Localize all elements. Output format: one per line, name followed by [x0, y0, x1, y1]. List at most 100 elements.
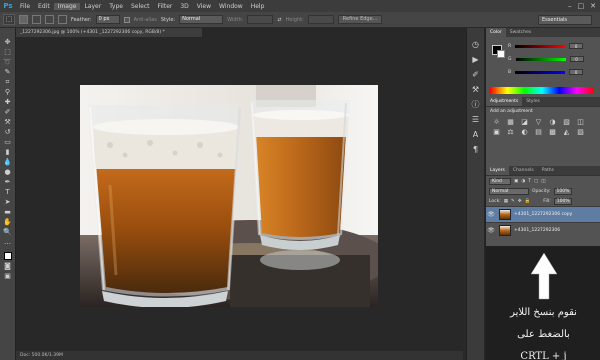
marquee-tool-icon[interactable]: ⬚ [3, 48, 13, 56]
opacity-input[interactable]: 100% [553, 187, 572, 195]
menu-image[interactable]: Image [53, 2, 81, 10]
hand-tool-icon[interactable]: ✋ [3, 218, 13, 226]
width-input[interactable] [247, 15, 274, 24]
lasso-tool-icon[interactable]: ➰ [3, 58, 13, 66]
actions-icon[interactable]: ▶ [471, 55, 481, 64]
hue-saturation-icon[interactable]: ▧ [562, 118, 571, 126]
tab-color[interactable]: Color [486, 28, 506, 37]
history-icon[interactable]: ◷ [471, 40, 481, 49]
feather-input[interactable]: 0 px [95, 15, 120, 24]
filter-pixel-icon[interactable]: ▣ [514, 179, 518, 184]
clone-source-icon[interactable]: ⚒ [471, 85, 481, 94]
tab-paths[interactable]: Paths [538, 166, 558, 175]
filter-type-icon[interactable]: T [528, 179, 531, 184]
menu-select[interactable]: Select [127, 3, 154, 10]
anti-alias-checkbox[interactable] [123, 16, 130, 23]
exposure-icon[interactable]: ▽ [534, 118, 543, 126]
photo-filter-icon[interactable]: ⚖ [506, 128, 515, 136]
crop-tool-icon[interactable]: ⌗ [3, 78, 13, 86]
menu-view[interactable]: View [193, 3, 215, 10]
healing-tool-icon[interactable]: ✚ [3, 98, 13, 106]
add-selection-icon[interactable] [32, 15, 41, 24]
tab-layers[interactable]: Layers [486, 166, 509, 175]
history-brush-tool-icon[interactable]: ↺ [3, 128, 13, 136]
path-select-tool-icon[interactable]: ➤ [3, 198, 13, 206]
paragraph-icon[interactable]: ¶ [471, 145, 481, 154]
close-icon[interactable]: ✕ [590, 2, 596, 10]
fill-input[interactable]: 100% [553, 197, 572, 205]
tab-adjustments[interactable]: Adjustments [486, 97, 523, 106]
menu-help[interactable]: Help [247, 3, 269, 10]
green-slider[interactable] [515, 57, 566, 61]
new-selection-icon[interactable] [19, 15, 28, 24]
brush-tool-icon[interactable]: ✐ [3, 108, 13, 116]
blue-slider[interactable] [515, 70, 566, 74]
move-tool-icon[interactable]: ✥ [3, 38, 13, 46]
maximize-icon[interactable]: □ [578, 2, 585, 10]
gradient-tool-icon[interactable]: ▮ [3, 148, 13, 156]
height-input[interactable] [307, 15, 334, 24]
tab-channels[interactable]: Channels [509, 166, 538, 175]
levels-icon[interactable]: ▦ [506, 118, 515, 126]
black-white-icon[interactable]: ▣ [492, 128, 501, 136]
menu-3d[interactable]: 3D [176, 3, 192, 10]
red-slider[interactable] [515, 44, 566, 48]
green-value[interactable]: 0 [569, 56, 584, 62]
style-select[interactable]: Normal [179, 15, 224, 24]
quick-mask-icon[interactable]: ◙ [3, 262, 13, 270]
background-color-chip[interactable] [497, 50, 505, 58]
filter-shape-icon[interactable]: ▢ [534, 179, 538, 184]
intersect-selection-icon[interactable] [58, 15, 67, 24]
clone-stamp-tool-icon[interactable]: ⚒ [3, 118, 13, 126]
lock-paint-icon[interactable]: ✎ [511, 199, 515, 204]
quick-select-tool-icon[interactable]: ✎ [3, 68, 13, 76]
type-tool-icon[interactable]: T [3, 188, 13, 196]
tab-styles[interactable]: Styles [522, 97, 544, 106]
layer-row-original[interactable]: 👁 +4301_1227292306 [486, 222, 600, 238]
blue-value[interactable]: 0 [569, 69, 584, 75]
blend-mode-select[interactable]: Normal [489, 187, 529, 195]
visibility-eye-icon[interactable]: 👁 [486, 227, 496, 234]
dodge-tool-icon[interactable]: ● [3, 168, 13, 176]
character-icon[interactable]: A [471, 130, 481, 139]
color-spectrum-ramp[interactable] [490, 87, 594, 94]
gradient-map-icon[interactable]: ▨ [576, 128, 585, 136]
eyedropper-tool-icon[interactable]: ⚲ [3, 88, 13, 96]
brush-preset-icon[interactable]: ✐ [471, 70, 481, 79]
menu-layer[interactable]: Layer [80, 3, 105, 10]
blur-tool-icon[interactable]: 💧 [3, 158, 13, 166]
lock-transparent-icon[interactable]: ▦ [504, 199, 508, 204]
channel-mixer-icon[interactable]: ◐ [520, 128, 529, 136]
refine-edge-button[interactable]: Refine Edge... [337, 15, 383, 24]
curves-icon[interactable]: ◪ [520, 118, 529, 126]
menu-file[interactable]: File [16, 3, 34, 10]
red-value[interactable]: 0 [569, 43, 584, 49]
shape-tool-icon[interactable]: ▬ [3, 208, 13, 216]
color-balance-icon[interactable]: ◫ [576, 118, 585, 126]
screen-mode-icon[interactable]: ▣ [3, 272, 13, 280]
workspace-select[interactable]: Essentials [538, 15, 592, 25]
document-image[interactable] [80, 85, 378, 307]
vibrance-icon[interactable]: ◑ [548, 118, 557, 126]
properties-icon[interactable]: ☰ [471, 115, 481, 124]
filter-adjust-icon[interactable]: ◑ [521, 179, 525, 184]
menu-type[interactable]: Type [105, 3, 127, 10]
kind-filter-select[interactable]: Kind [489, 177, 511, 185]
marquee-tool-preset-icon[interactable]: ⬚ [3, 14, 15, 25]
invert-icon[interactable]: ▩ [548, 128, 557, 136]
threshold-icon[interactable]: ◭ [562, 128, 571, 136]
info-icon[interactable]: ⓘ [471, 100, 481, 109]
ellipsis-icon[interactable]: … [3, 238, 13, 246]
subtract-selection-icon[interactable] [45, 15, 54, 24]
layer-row-copy[interactable]: 👁 +4301_1227292306 copy [486, 206, 600, 222]
menu-window[interactable]: Window [215, 3, 247, 10]
tab-swatches[interactable]: Swatches [506, 28, 536, 37]
foreground-color-swatch[interactable] [3, 252, 12, 260]
brightness-icon[interactable]: ☼ [492, 118, 501, 126]
menu-filter[interactable]: Filter [154, 3, 177, 10]
filter-smart-icon[interactable]: ◫ [541, 179, 545, 184]
zoom-tool-icon[interactable]: 🔍 [3, 228, 13, 236]
visibility-eye-icon[interactable]: 👁 [486, 211, 496, 218]
menu-edit[interactable]: Edit [34, 3, 54, 10]
lock-move-icon[interactable]: ✥ [518, 199, 522, 204]
